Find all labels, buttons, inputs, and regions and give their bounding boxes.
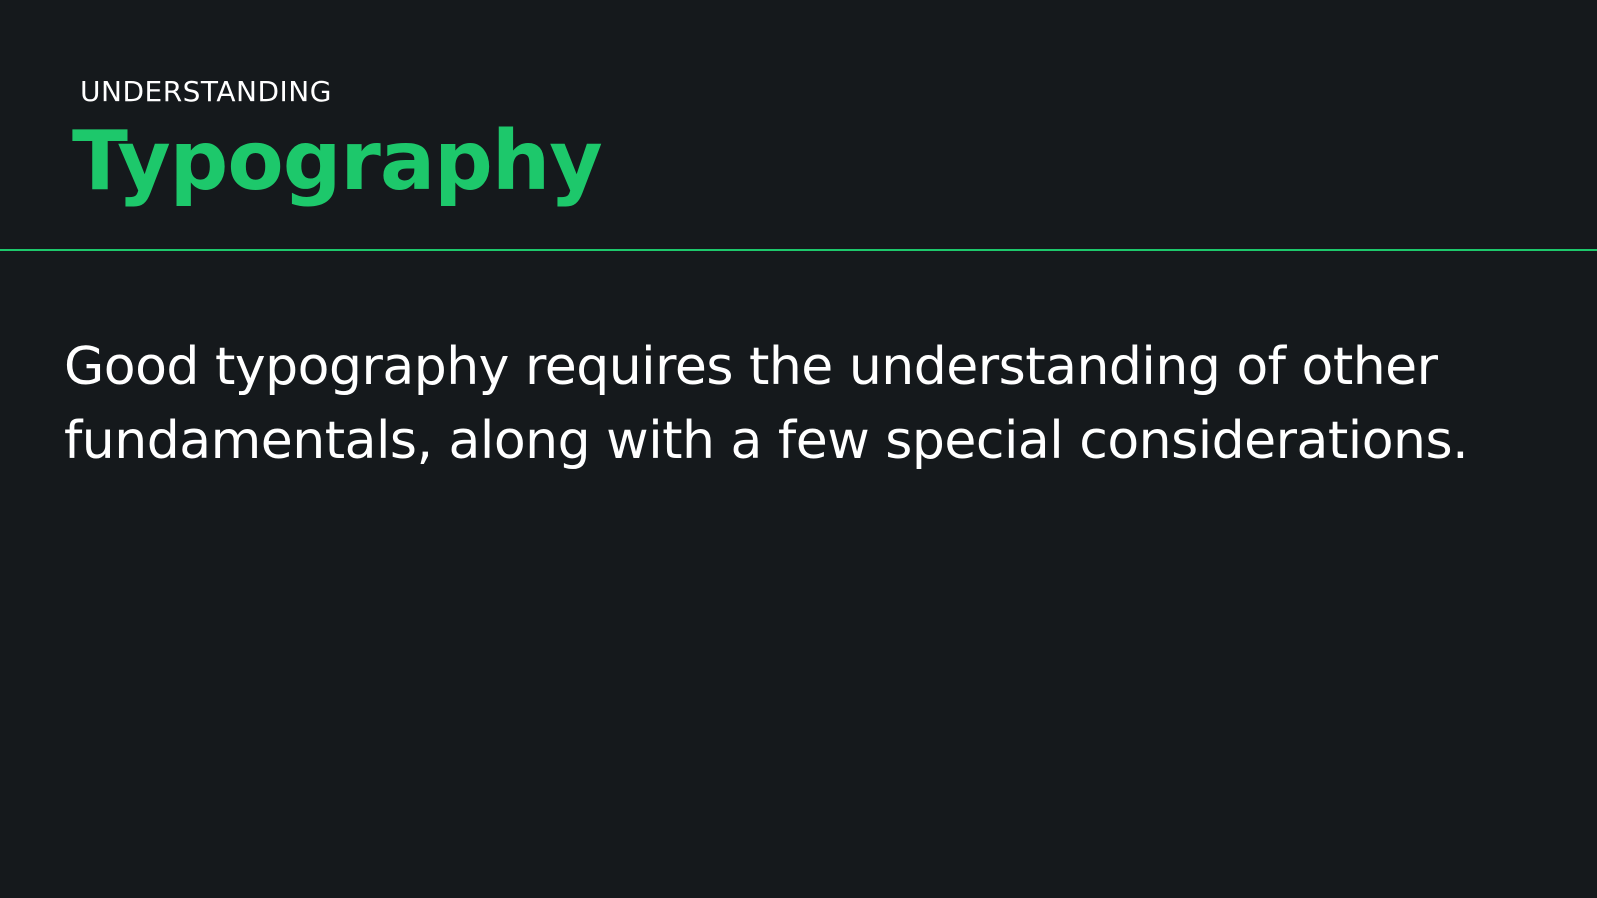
presentation-slide: UNDERSTANDING Typography Good typography… (0, 0, 1597, 898)
slide-body-text: Good typography requires the understandi… (64, 337, 1469, 471)
accent-divider (0, 249, 1597, 251)
slide-eyebrow: UNDERSTANDING (80, 75, 332, 108)
slide-title: Typography (72, 114, 603, 209)
